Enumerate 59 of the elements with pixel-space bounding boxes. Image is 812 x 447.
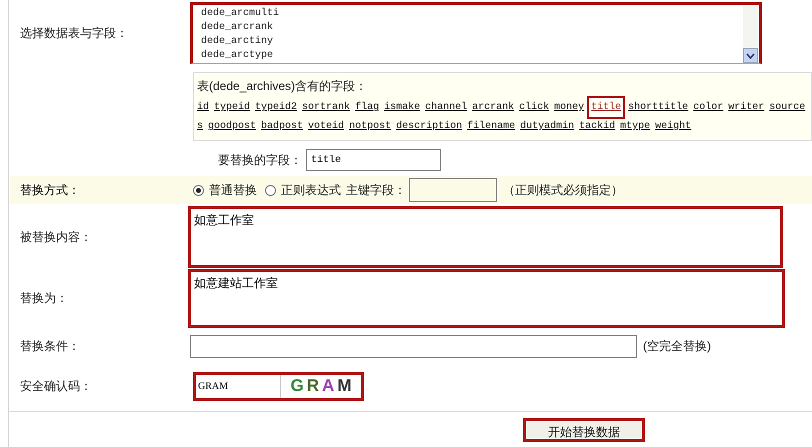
captcha-letter: G: [290, 375, 304, 398]
input-field[interactable]: [190, 334, 637, 358]
input-field[interactable]: [409, 178, 497, 202]
field-link[interactable]: typeid2: [255, 98, 298, 117]
field-label: 要替换的字段：: [218, 152, 302, 169]
hint-text: （正则模式必须指定）: [503, 182, 623, 199]
field-link[interactable]: click: [519, 98, 550, 117]
scroll-down-icon[interactable]: [743, 48, 758, 63]
field-link[interactable]: shorttitle: [628, 98, 688, 117]
list-item[interactable]: dede_arcmulti: [201, 7, 280, 21]
list-item[interactable]: dede_arctiny: [201, 35, 274, 49]
field-link[interactable]: id: [197, 98, 210, 117]
field-link[interactable]: mtype: [620, 117, 650, 136]
field-link[interactable]: s: [197, 117, 204, 136]
field-link[interactable]: typeid: [214, 98, 250, 117]
field-link[interactable]: notpost: [349, 117, 392, 136]
radio-label[interactable]: 普通替换: [209, 181, 257, 199]
hint-text: (空完全替换): [643, 338, 711, 355]
field-link[interactable]: goodpost: [208, 117, 256, 136]
field-link[interactable]: weight: [655, 117, 692, 136]
list-item[interactable]: dede_arctype: [201, 49, 274, 63]
text-area[interactable]: 如意建站工作室: [188, 268, 785, 328]
captcha-letter: A: [322, 375, 334, 398]
input-field[interactable]: title: [306, 149, 441, 171]
field-link[interactable]: ismake: [384, 98, 420, 117]
field-link[interactable]: writer: [728, 98, 764, 117]
captcha-letter: R: [306, 375, 320, 398]
captcha-letter: M: [337, 375, 352, 398]
field-label: 替换为：: [20, 291, 68, 305]
field-link[interactable]: voteid: [308, 117, 344, 136]
radio-button[interactable]: [265, 184, 276, 196]
field-label: 选择数据表与字段：: [20, 26, 128, 40]
field-link[interactable]: badpost: [261, 117, 304, 136]
field-link[interactable]: dutyadmin: [520, 117, 574, 136]
field-label: 被替换内容：: [20, 230, 92, 244]
field-link[interactable]: sortrank: [302, 98, 350, 117]
field-link[interactable]: title: [589, 98, 624, 117]
captcha-field[interactable]: GRAM G R A M: [193, 372, 364, 400]
field-link[interactable]: flag: [355, 98, 380, 117]
radio-label[interactable]: 正则表达式: [281, 181, 341, 199]
field-link[interactable]: money: [554, 98, 584, 117]
fields-heading: 表(dede_archives)含有的字段：: [197, 79, 368, 93]
field-label: 替换条件：: [20, 339, 80, 353]
field-label: 安全确认码：: [20, 379, 92, 393]
field-link[interactable]: color: [693, 98, 724, 117]
field-link[interactable]: arcrank: [472, 98, 514, 117]
scrollbar[interactable]: [743, 5, 759, 63]
field-label: 替换方式：: [20, 183, 80, 197]
list-item[interactable]: dede_arcrank: [201, 21, 274, 35]
field-link[interactable]: source: [769, 98, 806, 117]
field-label: 主键字段：: [346, 182, 406, 199]
text-area[interactable]: 如意工作室: [188, 206, 783, 268]
field-link[interactable]: description: [396, 117, 462, 136]
field-link[interactable]: tackid: [579, 117, 616, 136]
radio-button[interactable]: [193, 184, 204, 196]
field-link[interactable]: filename: [467, 117, 516, 136]
table-list[interactable]: dede_arcmulti dede_arcrank dede_arctiny dede_arctype: [190, 2, 762, 64]
submit-button[interactable]: 开始替换数据: [523, 418, 645, 442]
field-link[interactable]: channel: [425, 98, 468, 117]
